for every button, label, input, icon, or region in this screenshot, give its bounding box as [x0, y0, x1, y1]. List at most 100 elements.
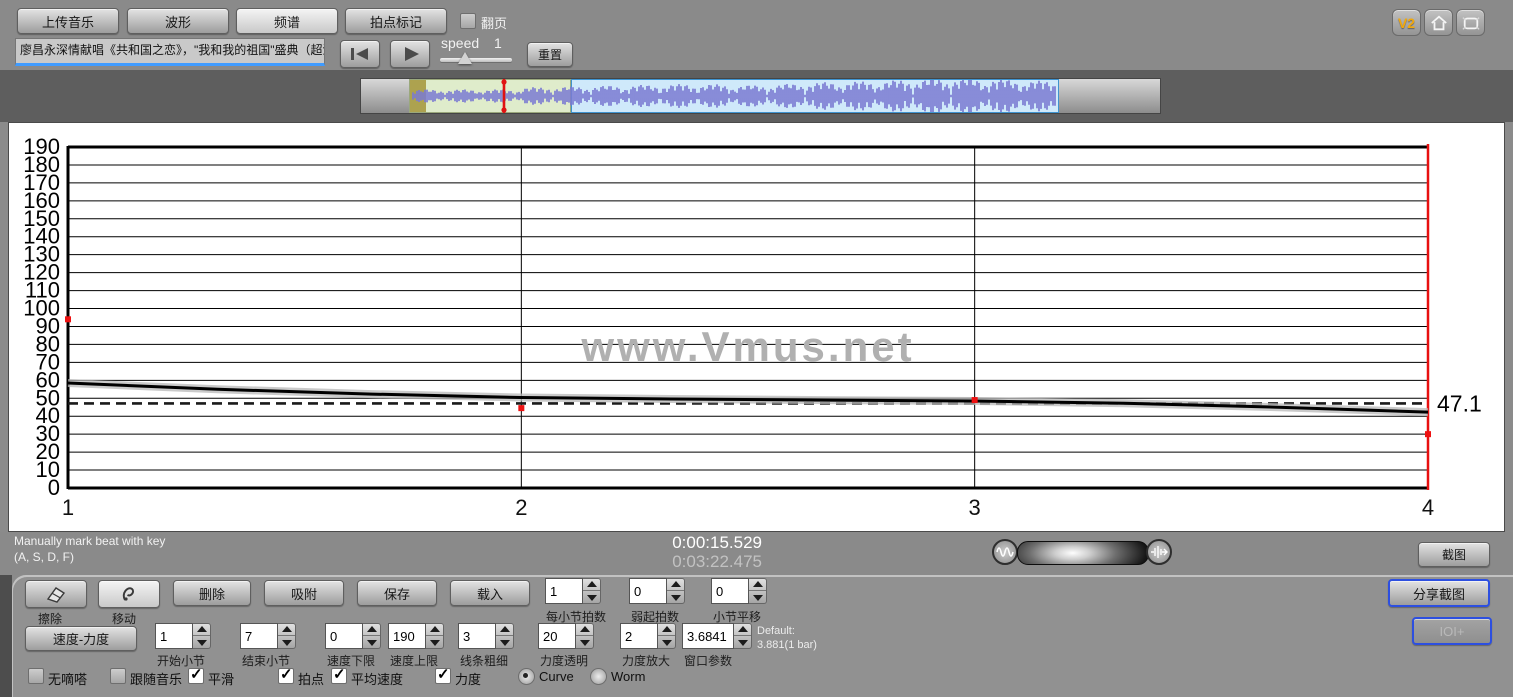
beats-per-bar-spinner[interactable]: 1 [545, 578, 601, 604]
dynamics-scale-arrows[interactable] [658, 623, 676, 649]
pickup-beats-spinner[interactable]: 0 [629, 578, 685, 604]
bar-shift-value[interactable]: 0 [711, 578, 749, 604]
window-param-spinner[interactable]: 3.6841 [682, 623, 752, 649]
dynamics-checkbox[interactable] [435, 665, 451, 684]
vmus-app: 上传音乐 波形 频谱 拍点标记 翻页 廖昌永深情献唱《共和国之恋》，"我和我的祖… [0, 0, 1513, 697]
average-tempo-checkbox[interactable] [331, 665, 347, 684]
status-bar: Manually mark beat with key (A, S, D, F)… [0, 532, 1513, 575]
svg-text:1: 1 [62, 495, 74, 520]
v2-badge-button[interactable]: V2 [1392, 9, 1421, 36]
tempo-min-spinner[interactable]: 0 [325, 623, 381, 649]
sine-wave-icon [996, 547, 1014, 557]
svg-text:www.Vmus.net: www.Vmus.net [580, 323, 914, 370]
dynamics-scale-spinner[interactable]: 2 [620, 623, 676, 649]
speed-slider-track[interactable] [440, 58, 512, 62]
waveform-plot[interactable] [361, 79, 1158, 113]
erase-tool-button[interactable] [25, 580, 87, 608]
erase-tool-label: 擦除 [38, 612, 63, 626]
beats-per-bar-arrows[interactable] [583, 578, 601, 604]
svg-text:190: 190 [23, 134, 60, 159]
line-width-spinner[interactable]: 3 [458, 623, 514, 649]
svg-text:4: 4 [1422, 495, 1434, 520]
upload-music-button[interactable]: 上传音乐 [17, 8, 119, 34]
tempo-dynamics-mode-button[interactable]: 速度-力度 [25, 626, 137, 651]
bar-shift-arrows[interactable] [749, 578, 767, 604]
bar-shift-spinner[interactable]: 0 [711, 578, 767, 604]
volume-slider[interactable] [1017, 541, 1149, 565]
svg-text:47.1: 47.1 [1437, 390, 1482, 416]
default-note-line1: Default: [757, 625, 795, 637]
reset-button[interactable]: 重置 [527, 42, 573, 67]
end-bar-arrows[interactable] [278, 623, 296, 649]
speed-slider-thumb[interactable] [458, 52, 472, 64]
top-toolbar: 上传音乐 波形 频谱 拍点标记 翻页 廖昌永深情献唱《共和国之恋》，"我和我的祖… [0, 0, 1513, 72]
skip-start-button[interactable] [340, 40, 380, 68]
capture-button[interactable]: 截图 [1418, 542, 1490, 567]
dynamics-opacity-value[interactable]: 20 [538, 623, 576, 649]
no-tick-checkbox[interactable] [28, 668, 44, 684]
line-width-arrows[interactable] [496, 623, 514, 649]
dynamics-scale-value[interactable]: 2 [620, 623, 658, 649]
tempo-max-spinner[interactable]: 190 [388, 623, 444, 649]
snap-button[interactable]: 吸附 [264, 580, 344, 606]
volume-wave-button[interactable] [992, 539, 1018, 565]
no-tick-label: 无嘀嗒 [48, 672, 88, 687]
follow-music-label: 跟随音乐 [130, 672, 183, 687]
fullscreen-button[interactable] [1456, 9, 1485, 36]
pickup-beats-value[interactable]: 0 [629, 578, 667, 604]
play-button[interactable] [390, 40, 430, 68]
start-bar-arrows[interactable] [193, 623, 211, 649]
start-bar-spinner[interactable]: 1 [155, 623, 211, 649]
spectrum-button[interactable]: 频谱 [236, 8, 338, 34]
beat-points-checkbox[interactable] [278, 665, 294, 684]
dynamics-opacity-arrows[interactable] [576, 623, 594, 649]
move-tool-button[interactable] [98, 580, 160, 608]
home-button[interactable] [1424, 9, 1453, 36]
window-param-arrows[interactable] [734, 623, 752, 649]
delete-button[interactable]: 删除 [173, 580, 251, 606]
share-screenshot-button[interactable]: 分享截图 [1388, 579, 1490, 607]
svg-text:2: 2 [515, 495, 527, 520]
ioi-plus-button[interactable]: IOI+ [1412, 617, 1492, 645]
skip-start-icon [351, 48, 368, 60]
line-width-label: 线条粗细 [460, 654, 509, 668]
waveform-arrow-button[interactable] [1146, 539, 1172, 565]
follow-music-checkbox[interactable] [110, 668, 126, 684]
window-param-value[interactable]: 3.6841 [682, 623, 734, 649]
tempo-max-arrows[interactable] [426, 623, 444, 649]
tempo-chart-panel[interactable]: 0 10 20 30 40 50 60 70 80 90 100 110 120 130 140 150 160… [8, 122, 1505, 532]
beats-per-bar-value[interactable]: 1 [545, 578, 583, 604]
tempo-chart[interactable]: 0102030405060708090100110120130140150160… [9, 123, 1504, 531]
load-button[interactable]: 载入 [450, 580, 530, 606]
tempo-max-value[interactable]: 190 [388, 623, 426, 649]
time-total: 0:03:22.475 [672, 552, 762, 571]
worm-radio[interactable] [590, 668, 607, 685]
waveform-overview-strip[interactable] [360, 78, 1161, 114]
curve-radio-label: Curve [539, 669, 574, 684]
default-note-line2: 3.881(1 bar) [757, 639, 817, 651]
line-width-value[interactable]: 3 [458, 623, 496, 649]
dynamics-opacity-spinner[interactable]: 20 [538, 623, 594, 649]
tempo-min-value[interactable]: 0 [325, 623, 363, 649]
end-bar-spinner[interactable]: 7 [240, 623, 296, 649]
pickup-beats-arrows[interactable] [667, 578, 685, 604]
end-bar-value[interactable]: 7 [240, 623, 278, 649]
average-tempo-label: 平均速度 [351, 672, 404, 687]
move-icon [122, 587, 135, 601]
speed-label: speed [441, 35, 480, 51]
svg-text:3: 3 [969, 495, 981, 520]
waveform-button[interactable]: 波形 [127, 8, 229, 34]
curve-radio[interactable] [518, 668, 535, 685]
smooth-checkbox[interactable] [188, 665, 204, 684]
track-title-input[interactable]: 廖昌永深情献唱《共和国之恋》，"我和我的祖国"盛典（超清 [15, 38, 325, 66]
smooth-label: 平滑 [208, 672, 235, 687]
tempo-min-arrows[interactable] [363, 623, 381, 649]
hint-line-2: (A, S, D, F) [14, 550, 74, 564]
save-button[interactable]: 保存 [357, 580, 437, 606]
worm-radio-label: Worm [611, 669, 646, 684]
window-param-label: 窗口参数 [684, 654, 733, 668]
tempo-max-label: 速度上限 [390, 654, 439, 668]
flip-page-checkbox[interactable] [460, 13, 476, 29]
beat-mark-button[interactable]: 拍点标记 [345, 8, 447, 34]
start-bar-value[interactable]: 1 [155, 623, 193, 649]
